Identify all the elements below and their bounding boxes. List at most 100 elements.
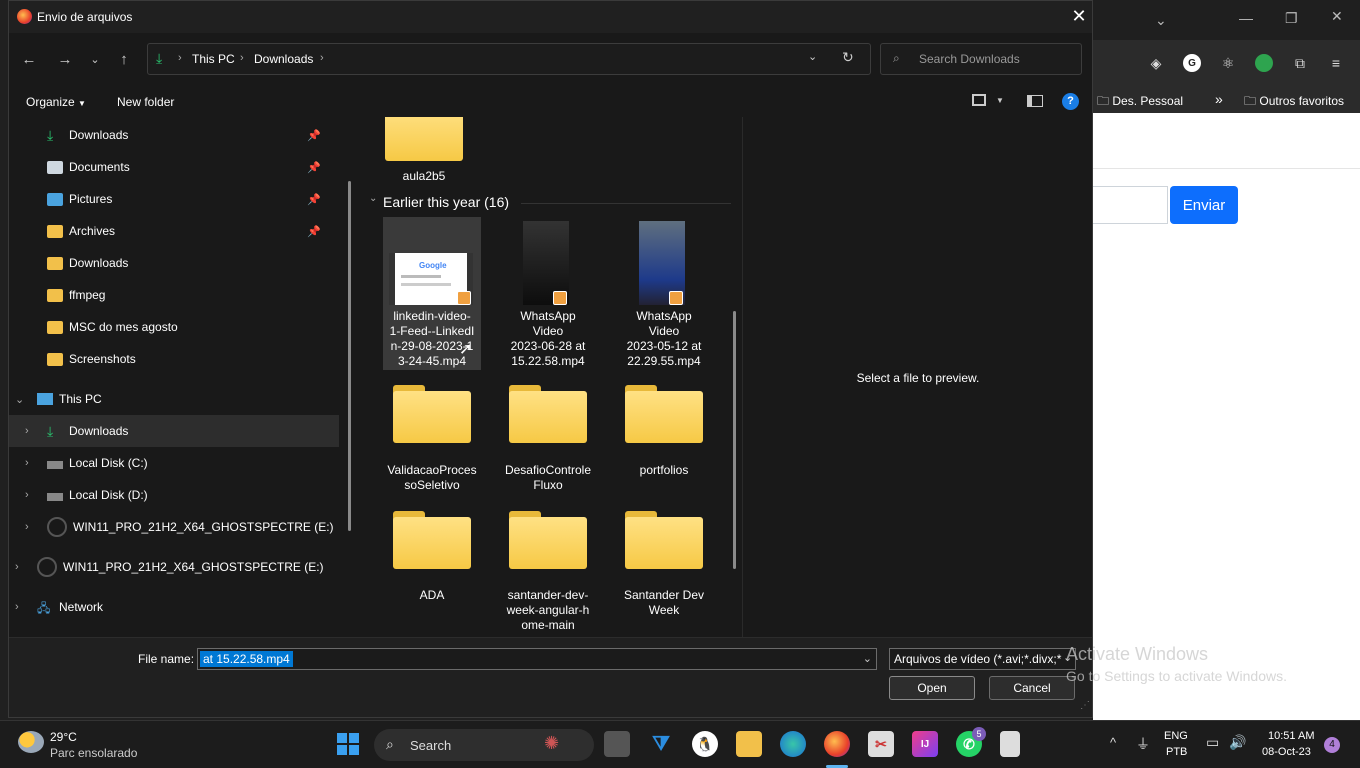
nav-this-pc-item[interactable]: › ⤓ Downloads <box>9 415 339 447</box>
document-icon[interactable] <box>1000 731 1020 757</box>
help-icon[interactable]: ? <box>1062 93 1079 110</box>
weather-desc[interactable]: Parc ensolarado <box>50 746 137 760</box>
window-close-icon[interactable]: ✕ <box>1331 8 1343 25</box>
clock-time[interactable]: 10:51 AM <box>1268 730 1314 742</box>
label-line: 2023-06-28 at <box>510 339 586 353</box>
file-list-scrollbar[interactable] <box>733 311 736 569</box>
enviar-button[interactable]: Enviar <box>1170 186 1238 224</box>
address-dropdown-icon[interactable]: ⌄ <box>808 50 817 63</box>
extension-green-icon[interactable] <box>1255 54 1273 72</box>
restore-icon[interactable]: ❐ <box>1285 10 1298 27</box>
file-type-select[interactable]: Arquivos de vídeo (*.avi;*.divx;* <box>889 648 1076 670</box>
nav-quick-item[interactable]: Downloads <box>9 247 339 279</box>
organize-button[interactable]: Organize ▼ <box>26 95 86 109</box>
refresh-icon[interactable]: ↻ <box>842 49 854 66</box>
chevron-right-icon[interactable]: › <box>15 561 19 573</box>
taskbar-search[interactable]: ⌕ Search ✺ <box>374 729 594 761</box>
nav-this-pc-item[interactable]: › WIN11_PRO_21H2_X64_GHOSTSPECTRE (E:) <box>9 511 339 543</box>
nav-quick-item[interactable]: ffmpeg <box>9 279 339 311</box>
network-icon[interactable]: ▭ <box>1206 734 1219 751</box>
folder-icon[interactable] <box>625 385 703 443</box>
chevron-right-icon[interactable]: › <box>25 521 29 533</box>
folder-icon[interactable] <box>393 511 471 569</box>
nav-quick-item[interactable]: Documents 📌 <box>9 151 339 183</box>
cancel-button[interactable]: Cancel <box>989 676 1075 700</box>
pin-icon[interactable]: 📌 <box>307 161 321 174</box>
google-account-icon[interactable]: G <box>1183 54 1201 72</box>
file-name-input[interactable]: at 15.22.58.mp4 ⌄ <box>197 648 877 670</box>
bookmark-des-pessoal[interactable]: 🗀 Des. Pessoal <box>1097 92 1183 113</box>
address-bar[interactable]: ⤓ › This PC › Downloads › ⌄ ↻ <box>147 43 871 75</box>
close-button[interactable]: ✕ <box>1067 6 1091 28</box>
breadcrumb-this-pc[interactable]: This PC <box>192 52 235 66</box>
chevron-right-icon[interactable]: › <box>15 601 19 613</box>
open-button[interactable]: Open <box>889 676 975 700</box>
menu-icon[interactable]: ≡ <box>1327 54 1345 72</box>
up-arrow-icon[interactable]: ↑ <box>110 45 138 73</box>
usb-icon[interactable]: ⏚ <box>1136 734 1150 754</box>
folder-icon[interactable] <box>509 385 587 443</box>
more-bookmarks-icon[interactable]: » <box>1215 91 1223 107</box>
nav-network[interactable]: › 🖧 Network <box>9 591 339 623</box>
view-options-icon[interactable] <box>972 94 986 106</box>
vscode-icon[interactable]: ⧩ <box>648 731 674 757</box>
resize-grip-icon[interactable]: ⋰ <box>1080 700 1090 711</box>
back-arrow-icon[interactable]: ← <box>15 45 43 73</box>
pocket-icon[interactable]: ◈ <box>1147 54 1165 72</box>
file-input[interactable] <box>1093 186 1168 224</box>
recent-locations-chevron-icon[interactable]: ⌄ <box>81 45 109 73</box>
caret-down-icon[interactable]: ▼ <box>996 96 1004 105</box>
extensions-icon[interactable]: ⧉ <box>1291 54 1309 72</box>
weather-icon[interactable] <box>18 731 44 753</box>
volume-icon[interactable]: 🔊 <box>1229 734 1246 751</box>
nav-pane-scrollbar[interactable] <box>348 181 351 531</box>
file-explorer-icon[interactable] <box>736 731 762 757</box>
breadcrumb-downloads[interactable]: Downloads <box>254 52 313 66</box>
group-header[interactable]: Earlier this year (16) <box>383 194 509 210</box>
chevron-down-icon[interactable]: ⌄ <box>1155 12 1167 29</box>
pin-icon[interactable]: 📌 <box>307 193 321 206</box>
snipping-tool-icon[interactable]: ✂ <box>868 731 894 757</box>
chevron-right-icon[interactable]: › <box>25 489 29 501</box>
forward-arrow-icon[interactable]: → <box>51 45 79 73</box>
nav-drive-e[interactable]: › WIN11_PRO_21H2_X64_GHOSTSPECTRE (E:) <box>9 551 339 583</box>
search-box[interactable]: ⌕ Search Downloads <box>880 43 1082 75</box>
bookmark-outros-favoritos[interactable]: 🗀 Outros favoritos <box>1244 92 1344 113</box>
folder-icon[interactable] <box>509 511 587 569</box>
windows-start-icon[interactable] <box>337 733 359 755</box>
clock-date[interactable]: 08-Oct-23 <box>1262 746 1311 758</box>
chevron-right-icon[interactable]: › <box>25 457 29 469</box>
folder-icon[interactable] <box>393 385 471 443</box>
language-eng[interactable]: ENG <box>1164 730 1188 742</box>
nav-quick-item[interactable]: Screenshots <box>9 343 339 375</box>
task-view-icon[interactable] <box>604 731 630 757</box>
nav-quick-item[interactable]: ⤓ Downloads 📌 <box>9 119 339 151</box>
show-hidden-icons-icon[interactable]: ^ <box>1110 735 1116 750</box>
nav-this-pc-item[interactable]: › Local Disk (D:) <box>9 479 339 511</box>
divider <box>1093 168 1360 169</box>
firefox-icon[interactable] <box>824 731 850 757</box>
nav-quick-item[interactable]: Archives 📌 <box>9 215 339 247</box>
nav-quick-item[interactable]: MSC do mes agosto <box>9 311 339 343</box>
chevron-down-icon[interactable]: ⌄ <box>369 193 377 204</box>
preview-pane-icon[interactable] <box>1027 95 1043 107</box>
notification-badge[interactable]: 4 <box>1324 737 1340 753</box>
linux-tux-icon[interactable]: 🐧 <box>692 731 718 757</box>
react-icon[interactable]: ⚛ <box>1219 54 1237 72</box>
pin-icon[interactable]: 📌 <box>307 129 321 142</box>
folder-icon[interactable] <box>625 511 703 569</box>
edge-icon[interactable] <box>780 731 806 757</box>
new-folder-button[interactable]: New folder <box>117 95 174 109</box>
pin-icon[interactable]: 📌 <box>307 225 321 238</box>
chevron-right-icon[interactable]: › <box>25 425 29 437</box>
language-ptb[interactable]: PTB <box>1166 746 1187 758</box>
folder-icon[interactable] <box>385 117 463 161</box>
chevron-down-icon[interactable]: ⌄ <box>863 652 872 665</box>
chevron-down-icon[interactable]: ⌄ <box>15 393 24 406</box>
minimize-icon[interactable]: — <box>1239 10 1253 26</box>
nav-this-pc[interactable]: ⌄ This PC <box>9 383 339 415</box>
intellij-icon[interactable]: IJ <box>912 731 938 757</box>
nav-quick-item[interactable]: Pictures 📌 <box>9 183 339 215</box>
nav-this-pc-item[interactable]: › Local Disk (C:) <box>9 447 339 479</box>
weather-temp[interactable]: 29°C <box>50 730 77 744</box>
